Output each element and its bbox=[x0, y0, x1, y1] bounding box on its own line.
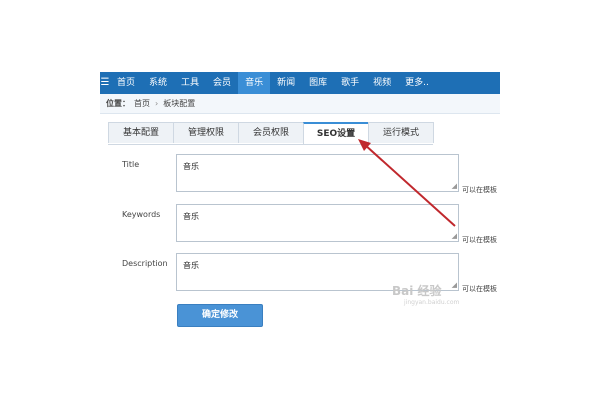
annotation-arrow-icon bbox=[358, 139, 456, 227]
arrow-shaft bbox=[363, 143, 456, 227]
